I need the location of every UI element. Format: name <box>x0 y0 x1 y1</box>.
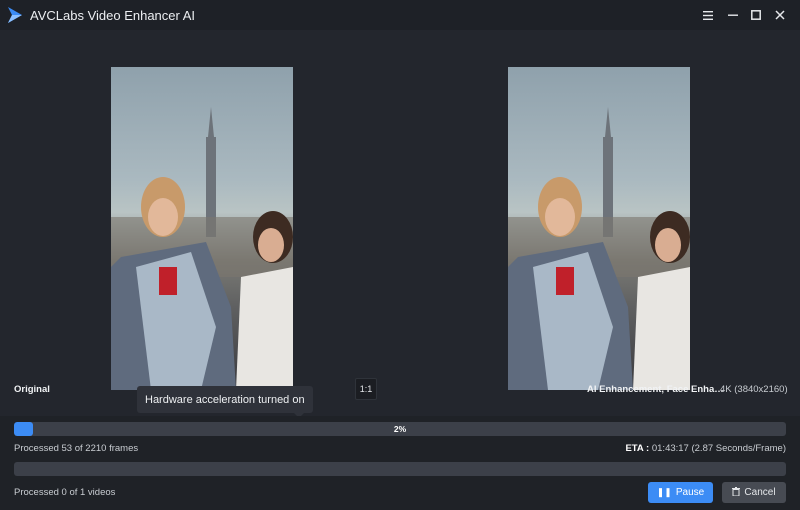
preview-area <box>0 30 800 416</box>
pause-label: Pause <box>675 487 705 498</box>
frames-processed-text: Processed 53 of 2210 frames <box>14 443 139 454</box>
output-resolution: 4K (3840x2160) <box>720 384 788 395</box>
enhancement-label: AI Enhancement, Face Enha… <box>587 384 724 395</box>
maximize-icon[interactable] <box>747 6 765 24</box>
title-bar: AVCLabs Video Enhancer AI <box>0 0 800 30</box>
videos-processed-text: Processed 0 of 1 videos <box>14 487 116 498</box>
hamburger-menu-icon[interactable] <box>699 6 717 24</box>
enhanced-preview-image <box>508 67 690 390</box>
frame-progress-bar: 2% <box>14 422 786 436</box>
cancel-button[interactable]: Cancel <box>722 482 786 503</box>
pause-icon: ❚❚ <box>656 487 672 497</box>
original-preview-image <box>111 67 293 390</box>
tooltip-text: Hardware acceleration turned on <box>145 393 305 406</box>
hardware-acceleration-tooltip: Hardware acceleration turned on <box>137 386 313 418</box>
eta-text: ETA : 01:43:17 (2.87 Seconds/Frame) <box>625 443 786 454</box>
video-progress-bar <box>14 462 786 476</box>
eta-value: 01:43:17 (2.87 Seconds/Frame) <box>649 443 786 454</box>
close-icon[interactable] <box>771 6 789 24</box>
eta-label: ETA : <box>625 443 650 454</box>
app-title: AVCLabs Video Enhancer AI <box>30 8 196 23</box>
trash-icon <box>732 487 741 498</box>
minimize-icon[interactable] <box>724 6 742 24</box>
frame-progress-percent: 2% <box>393 424 407 434</box>
app-logo-icon <box>8 7 22 23</box>
cancel-label: Cancel <box>744 487 776 498</box>
ratio-1-1-button[interactable]: 1:1 <box>355 378 377 400</box>
original-label: Original <box>14 384 50 395</box>
pause-button[interactable]: ❚❚ Pause <box>648 482 713 503</box>
